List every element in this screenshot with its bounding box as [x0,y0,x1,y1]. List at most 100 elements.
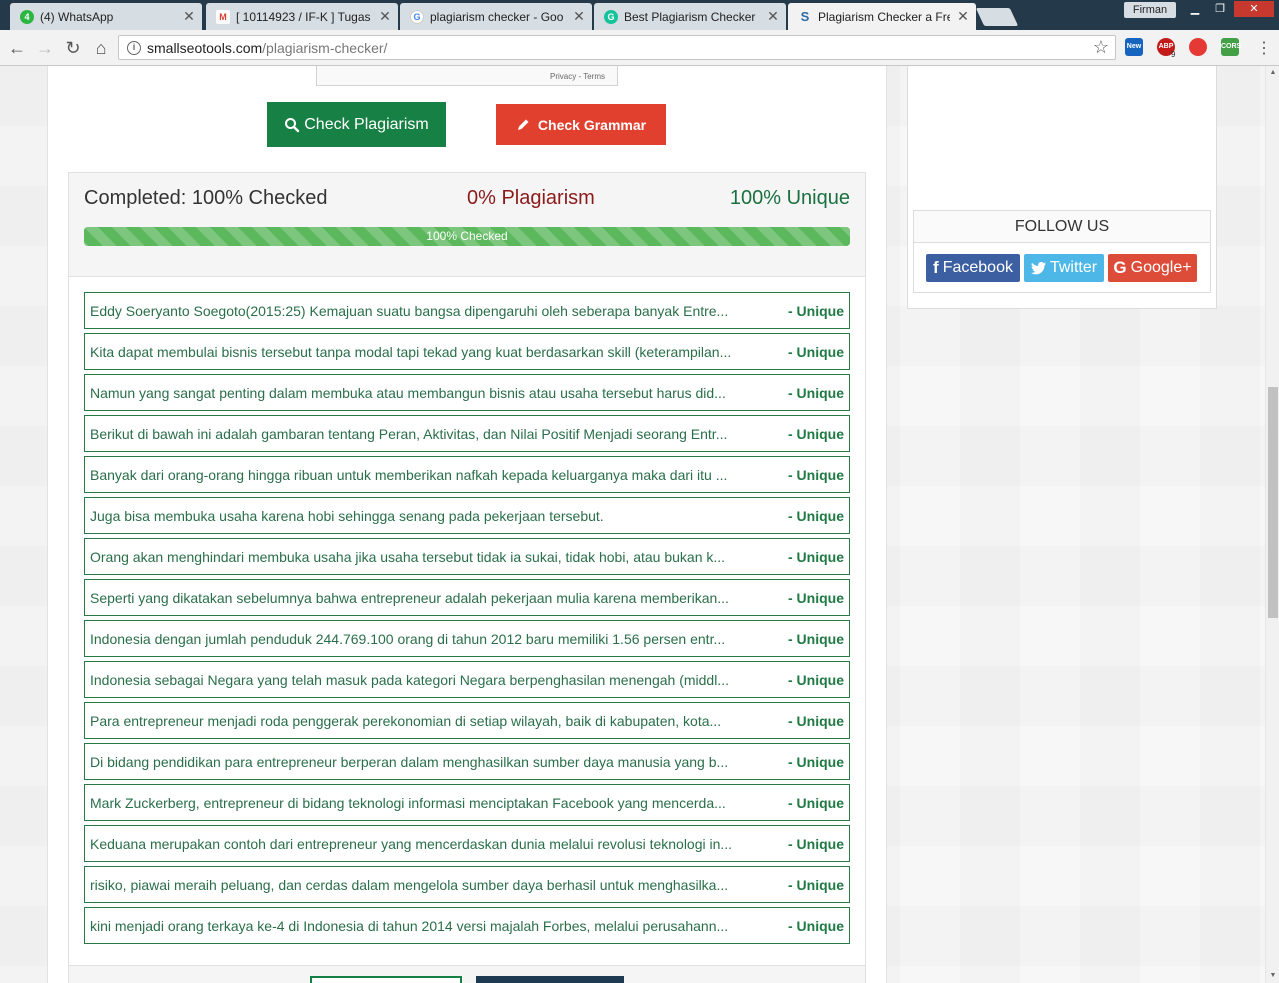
adblock-badge: 9 [1171,50,1176,59]
googleplus-button[interactable]: G Google+ [1108,254,1197,282]
google-icon: G [410,9,424,24]
check-grammar-button[interactable]: Check Grammar [496,104,666,145]
gmail-icon: M [216,9,230,24]
facebook-icon: f [933,258,939,277]
restore-icon[interactable]: ❐ [1209,1,1231,17]
twitter-label: Twitter [1049,259,1098,276]
sentence-text[interactable]: Banyak dari orang-orang hingga ribuan un… [90,467,788,483]
sentence-text[interactable]: Juga bisa membuka usaha karena hobi sehi… [90,508,788,524]
results-footer [69,965,865,983]
sentence-result-row[interactable]: Indonesia dengan jumlah penduduk 244.769… [84,620,850,657]
sentence-result-row[interactable]: Di bidang pendidikan para entrepreneur b… [84,743,850,780]
browser-menu-icon[interactable]: ⋮ [1256,38,1272,58]
close-icon[interactable]: ✕ [766,8,780,25]
sentence-result-row[interactable]: kini menjadi orang terkaya ke-4 di Indon… [84,907,850,944]
results-summary: Completed: 100% Checked 0% Plagiarism 10… [69,173,865,277]
sentence-text[interactable]: Namun yang sangat penting dalam membuka … [90,385,788,401]
extension-new-icon[interactable]: New [1125,38,1143,56]
footer-button-outline[interactable] [310,976,462,983]
sentence-result-row[interactable]: Kita dapat membulai bisnis tersebut tanp… [84,333,850,370]
close-icon[interactable]: ✕ [572,8,586,25]
twitter-button[interactable]: Twitter [1024,254,1104,282]
close-icon[interactable]: ✕ [378,8,392,25]
info-icon[interactable]: i [127,40,141,55]
sentence-result-row[interactable]: Berikut di bawah ini adalah gambaran ten… [84,415,850,452]
forward-arrow-icon[interactable]: → [34,37,56,59]
sentence-result-row[interactable]: Mark Zuckerberg, entrepreneur di bidang … [84,784,850,821]
close-window-icon[interactable]: ✕ [1234,1,1274,17]
browser-tab-smallseotools[interactable]: S Plagiarism Checker a Free ✕ [788,3,976,30]
browser-tab-strip: 4 (4) WhatsApp ✕ M [ 10114923 / IF-K ] T… [0,0,1279,30]
scrollbar-thumb[interactable] [1268,387,1278,618]
sentence-text[interactable]: Indonesia sebagai Negara yang telah masu… [90,672,788,688]
scroll-down-arrow-icon[interactable]: ▼ [1266,969,1279,983]
bookmark-star-icon[interactable]: ☆ [1093,37,1109,58]
scroll-up-arrow-icon[interactable]: ▲ [1266,66,1279,80]
google-g-icon: G [1113,258,1127,277]
browser-tab-grammarly[interactable]: G Best Plagiarism Checker ✕ [594,3,786,30]
captcha-privacy-terms[interactable]: Privacy - Terms [550,72,605,81]
url-host: smallseotools.com [147,39,263,56]
close-icon[interactable]: ✕ [956,8,970,25]
sentence-status-badge: - Unique [788,630,844,647]
recaptcha-widget[interactable]: Privacy - Terms [316,66,618,86]
sentence-status-badge: - Unique [788,835,844,852]
facebook-button[interactable]: f Facebook [926,254,1020,282]
check-plagiarism-button[interactable]: Check Plagiarism [267,102,446,147]
sidebar: FOLLOW US f Facebook Twitter G Google+ [907,66,1217,309]
grammarly-icon: G [604,9,618,24]
sentence-text[interactable]: risiko, piawai meraih peluang, dan cerda… [90,877,788,893]
url-path: /plagiarism-checker/ [262,39,388,56]
cors-extension-icon[interactable]: CORS [1221,38,1241,56]
sentence-text[interactable]: Orang akan menghindari membuka usaha jik… [90,549,788,565]
home-icon[interactable]: ⌂ [90,37,112,59]
new-tab-button[interactable] [975,8,1019,26]
browser-tab-gmail[interactable]: M [ 10114923 / IF-K ] Tugas ✕ [206,3,398,30]
sentence-result-row[interactable]: Eddy Soeryanto Soegoto(2015:25) Kemajuan… [84,292,850,329]
reload-icon[interactable]: ↻ [62,37,84,59]
sentence-text[interactable]: Di bidang pendidikan para entrepreneur b… [90,754,788,770]
profile-user-button[interactable]: Firman [1124,2,1176,18]
tab-title: Plagiarism Checker a Free [818,9,950,24]
sentence-text[interactable]: kini menjadi orang terkaya ke-4 di Indon… [90,918,788,934]
tab-title: (4) WhatsApp [40,9,114,24]
browser-tab-google[interactable]: G plagiarism checker - Goo ✕ [400,3,592,30]
sentence-result-row[interactable]: Banyak dari orang-orang hingga ribuan un… [84,456,850,493]
sentence-status-badge: - Unique [788,466,844,483]
back-arrow-icon[interactable]: ← [6,37,28,59]
sentence-text[interactable]: Kita dapat membulai bisnis tersebut tanp… [90,344,788,360]
sentence-result-row[interactable]: Keduana merupakan contoh dari entreprene… [84,825,850,862]
extension-red-icon[interactable] [1189,38,1207,56]
tab-title: plagiarism checker - Goo [430,9,564,24]
sentence-text[interactable]: Mark Zuckerberg, entrepreneur di bidang … [90,795,788,811]
search-icon [285,117,300,132]
sentence-status-badge: - Unique [788,507,844,524]
check-plagiarism-label: Check Plagiarism [304,115,429,133]
unique-percentage: 100% Unique [729,187,850,209]
sentence-result-row[interactable]: Seperti yang dikatakan sebelumnya bahwa … [84,579,850,616]
minimize-icon[interactable]: ▁ [1184,1,1206,17]
address-bar[interactable]: i smallseotools.com/plagiarism-checker/ … [118,35,1116,60]
close-icon[interactable]: ✕ [182,8,196,25]
sentence-result-row[interactable]: risiko, piawai meraih peluang, dan cerda… [84,866,850,903]
footer-button-dark[interactable] [476,976,624,983]
sentence-results-list: Eddy Soeryanto Soegoto(2015:25) Kemajuan… [84,292,850,948]
sentence-text[interactable]: Berikut di bawah ini adalah gambaran ten… [90,426,788,442]
sentence-text[interactable]: Indonesia dengan jumlah penduduk 244.769… [90,631,788,647]
browser-tab-whatsapp[interactable]: 4 (4) WhatsApp ✕ [10,3,202,30]
googleplus-label: Google+ [1130,259,1192,276]
sentence-result-row[interactable]: Para entrepreneur menjadi roda penggerak… [84,702,850,739]
sentence-text[interactable]: Seperti yang dikatakan sebelumnya bahwa … [90,590,788,606]
social-buttons: f Facebook Twitter G Google+ [926,254,1197,282]
sentence-text[interactable]: Eddy Soeryanto Soegoto(2015:25) Kemajuan… [90,303,788,319]
sentence-result-row[interactable]: Indonesia sebagai Negara yang telah masu… [84,661,850,698]
sentence-text[interactable]: Keduana merupakan contoh dari entreprene… [90,836,788,852]
sentence-result-row[interactable]: Namun yang sangat penting dalam membuka … [84,374,850,411]
sentence-text[interactable]: Para entrepreneur menjadi roda penggerak… [90,713,788,729]
sentence-status-badge: - Unique [788,876,844,893]
page-scrollbar[interactable]: ▲ ▼ [1265,66,1279,983]
sentence-status-badge: - Unique [788,425,844,442]
sentence-status-badge: - Unique [788,548,844,565]
sentence-result-row[interactable]: Juga bisa membuka usaha karena hobi sehi… [84,497,850,534]
sentence-result-row[interactable]: Orang akan menghindari membuka usaha jik… [84,538,850,575]
